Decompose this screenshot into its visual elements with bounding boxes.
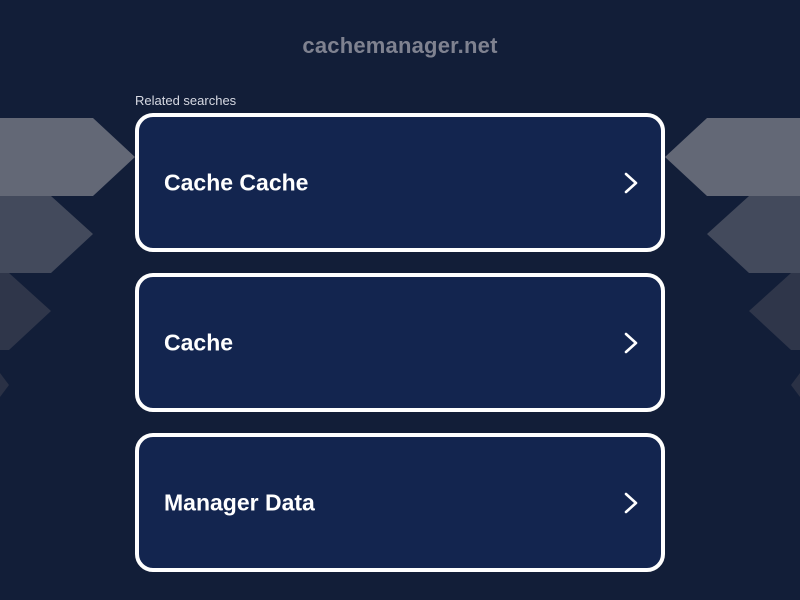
related-search-card-3[interactable]: Manager Data — [135, 433, 665, 572]
chevron-right-icon — [624, 492, 638, 513]
related-search-label: Cache — [164, 329, 234, 355]
chevron-right-icon — [624, 332, 638, 353]
related-search-label: Manager Data — [164, 489, 315, 515]
domain-title: cachemanager.net — [302, 33, 498, 58]
related-search-label: Cache Cache — [164, 169, 309, 195]
related-search-card-1[interactable]: Cache Cache — [135, 113, 665, 252]
chevron-right-icon — [624, 172, 638, 193]
related-search-card-2[interactable]: Cache — [135, 273, 665, 412]
related-searches-heading: Related searches — [135, 93, 237, 108]
